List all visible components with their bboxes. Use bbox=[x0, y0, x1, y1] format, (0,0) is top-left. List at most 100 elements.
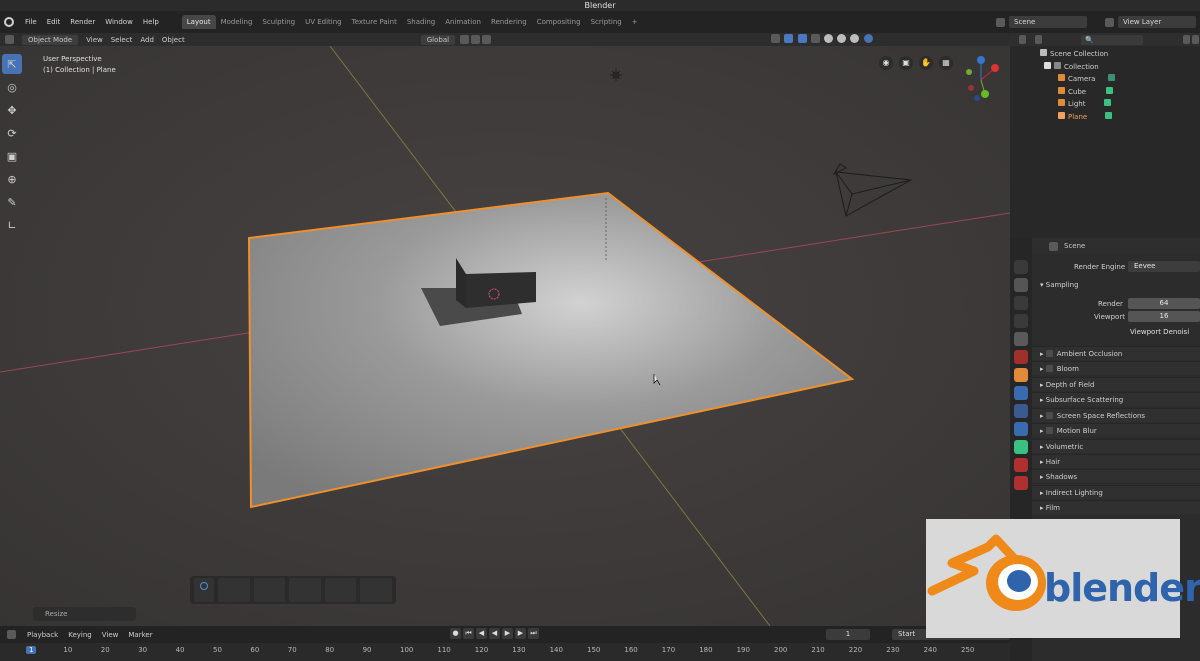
checkbox-icon[interactable] bbox=[1045, 350, 1053, 357]
mesh-data-icon[interactable] bbox=[1105, 111, 1113, 119]
camera-data-icon[interactable] bbox=[1107, 74, 1115, 82]
tab-texture-paint[interactable]: Texture Paint bbox=[347, 15, 402, 29]
scale-tool-icon[interactable]: ▣ bbox=[2, 146, 22, 166]
menu-help[interactable]: Help bbox=[143, 18, 159, 26]
material-tab-icon[interactable] bbox=[1014, 458, 1028, 472]
material-shading-icon[interactable] bbox=[850, 34, 860, 43]
solid-shading-icon[interactable] bbox=[837, 34, 847, 43]
menu-file[interactable]: File bbox=[25, 18, 37, 26]
tab-modeling[interactable]: Modeling bbox=[216, 15, 258, 29]
ambient-occlusion-panel[interactable]: ▸ Ambient Occlusion bbox=[1032, 346, 1200, 360]
gizmo-toggle-icon[interactable] bbox=[784, 34, 794, 43]
editor-type-icon[interactable] bbox=[5, 35, 14, 44]
marker-menu[interactable]: Marker bbox=[128, 631, 152, 639]
view-layer-tab-icon[interactable] bbox=[1014, 314, 1028, 328]
prev-keyframe-icon[interactable]: ◀ bbox=[476, 628, 487, 639]
jump-end-icon[interactable]: ⏭ bbox=[528, 628, 539, 639]
pivot-icon[interactable] bbox=[460, 35, 470, 44]
timeline-editor-icon[interactable] bbox=[7, 630, 16, 639]
data-tab-icon[interactable] bbox=[1014, 440, 1028, 454]
tree-row-cube[interactable]: Cube bbox=[1040, 86, 1200, 99]
tab-shading[interactable]: Shading bbox=[402, 15, 440, 29]
pan-hand-icon[interactable]: ✋ bbox=[919, 56, 933, 70]
checkbox-icon[interactable] bbox=[1045, 412, 1053, 419]
status-button-1[interactable] bbox=[194, 578, 214, 602]
scene-tab-icon[interactable] bbox=[1014, 332, 1028, 346]
tree-row-plane[interactable]: Plane bbox=[1040, 111, 1200, 124]
timeline-ruler[interactable]: 1 10 20 30 40 50 60 70 80 90 100 110 120 130 140 150 160… bbox=[0, 643, 1010, 661]
cube-face-front[interactable] bbox=[466, 272, 536, 308]
outliner-search-input[interactable]: 🔍 bbox=[1081, 34, 1143, 45]
transform-tool-icon[interactable]: ⊕ bbox=[2, 169, 22, 189]
current-frame-field[interactable]: 1 bbox=[826, 629, 870, 640]
viewport-samples-field[interactable]: 16 bbox=[1128, 311, 1200, 322]
status-button-2[interactable] bbox=[218, 578, 250, 602]
status-button-5[interactable] bbox=[324, 578, 357, 602]
mesh-data-icon[interactable] bbox=[1106, 86, 1114, 94]
bloom-panel[interactable]: ▸ Bloom bbox=[1032, 361, 1200, 375]
tab-uv-editing[interactable]: UV Editing bbox=[300, 15, 347, 29]
viewport-denoise-field[interactable]: Viewport Denoisi bbox=[1128, 327, 1200, 338]
tool-tab-icon[interactable] bbox=[1014, 260, 1028, 274]
light-data-icon[interactable] bbox=[1103, 99, 1111, 107]
object-menu[interactable]: Object bbox=[158, 36, 189, 44]
3d-viewport[interactable]: User Perspective (1) Collection | Plane … bbox=[0, 46, 1010, 626]
cursor-tool-icon[interactable]: ◎ bbox=[2, 77, 22, 97]
zoom-icon[interactable]: ◉ bbox=[879, 56, 893, 70]
checkbox-icon[interactable] bbox=[1045, 365, 1053, 372]
particles-tab-icon[interactable] bbox=[1014, 404, 1028, 418]
playback-menu[interactable]: Playback bbox=[27, 631, 58, 639]
tree-row-scene-collection[interactable]: Scene Collection bbox=[1040, 48, 1200, 61]
volumetric-panel[interactable]: ▸ Volumetric bbox=[1032, 439, 1200, 453]
status-button-4[interactable] bbox=[289, 578, 321, 602]
record-icon[interactable]: ● bbox=[450, 628, 461, 639]
current-frame-indicator[interactable]: 1 bbox=[26, 646, 37, 654]
camera-view-icon[interactable]: ▣ bbox=[899, 56, 913, 70]
visibility-icon[interactable] bbox=[771, 34, 781, 43]
new-collection-icon[interactable] bbox=[1191, 35, 1199, 44]
output-tab-icon[interactable] bbox=[1014, 296, 1028, 310]
timeline-view-menu[interactable]: View bbox=[102, 631, 119, 639]
tree-row-collection[interactable]: Collection bbox=[1040, 61, 1200, 74]
orientation-dropdown[interactable]: Global bbox=[420, 34, 456, 45]
checkbox-icon[interactable] bbox=[1044, 61, 1051, 69]
snap-icon[interactable] bbox=[471, 35, 481, 44]
render-samples-field[interactable]: 64 bbox=[1128, 298, 1200, 309]
keying-menu[interactable]: Keying bbox=[68, 631, 92, 639]
render-engine-dropdown[interactable]: Eevee bbox=[1128, 261, 1200, 272]
screen-space-reflections-panel[interactable]: ▸ Screen Space Reflections bbox=[1032, 408, 1200, 422]
hair-panel[interactable]: ▸ Hair bbox=[1032, 454, 1200, 468]
modifier-tab-icon[interactable] bbox=[1014, 386, 1028, 400]
filter-icon[interactable] bbox=[1182, 35, 1190, 44]
xray-icon[interactable] bbox=[810, 34, 820, 43]
tab-compositing[interactable]: Compositing bbox=[532, 15, 586, 29]
move-tool-icon[interactable]: ✥ bbox=[2, 100, 22, 120]
world-tab-icon[interactable] bbox=[1014, 350, 1028, 364]
film-panel[interactable]: ▸ Film bbox=[1032, 500, 1200, 514]
jump-start-icon[interactable]: ⏮ bbox=[463, 628, 474, 639]
add-workspace-icon[interactable]: + bbox=[627, 15, 643, 29]
mode-dropdown[interactable]: Object Mode bbox=[22, 34, 79, 45]
measure-tool-icon[interactable]: ∟ bbox=[2, 215, 22, 235]
next-keyframe-icon[interactable]: ▶ bbox=[515, 628, 526, 639]
motion-blur-panel[interactable]: ▸ Motion Blur bbox=[1032, 423, 1200, 437]
view-menu[interactable]: View bbox=[82, 36, 107, 44]
menu-edit[interactable]: Edit bbox=[47, 18, 61, 26]
depth-of-field-panel[interactable]: ▸ Depth of Field bbox=[1032, 377, 1200, 391]
display-mode-icon[interactable] bbox=[1035, 35, 1043, 44]
play-reverse-icon[interactable]: ◀ bbox=[489, 628, 500, 639]
tab-layout[interactable]: Layout bbox=[181, 15, 216, 29]
view-layer-field[interactable]: View Layer bbox=[1118, 16, 1196, 28]
shadows-panel[interactable]: ▸ Shadows bbox=[1032, 469, 1200, 483]
rotate-tool-icon[interactable]: ⟳ bbox=[2, 123, 22, 143]
outliner-editor-icon[interactable] bbox=[1019, 35, 1027, 44]
add-menu[interactable]: Add bbox=[136, 36, 158, 44]
navigation-gizmo[interactable]: ◉ ▣ ✋ ▦ bbox=[879, 54, 1005, 106]
menu-render[interactable]: Render bbox=[70, 18, 95, 26]
render-tab-icon[interactable] bbox=[1014, 278, 1028, 292]
annotate-tool-icon[interactable]: ✎ bbox=[2, 192, 22, 212]
select-menu[interactable]: Select bbox=[107, 36, 137, 44]
sampling-panel-header[interactable]: ▾ Sampling bbox=[1032, 278, 1200, 292]
menu-window[interactable]: Window bbox=[105, 18, 133, 26]
tab-animation[interactable]: Animation bbox=[440, 15, 486, 29]
